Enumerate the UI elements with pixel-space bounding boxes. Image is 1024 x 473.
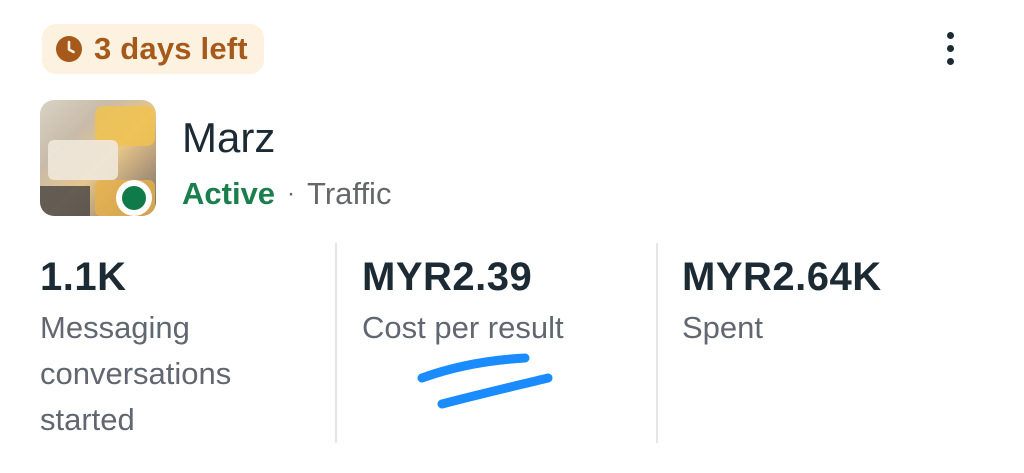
campaign-name[interactable]: Marz bbox=[182, 114, 275, 162]
metric-label: Spent bbox=[682, 310, 764, 345]
metric-amount-spent[interactable]: MYR2.64K Spent bbox=[682, 253, 982, 351]
active-status-indicator bbox=[116, 180, 152, 216]
metric-label: Cost per result bbox=[362, 310, 564, 345]
clock-icon bbox=[54, 34, 84, 64]
thumbnail-shape bbox=[48, 140, 118, 180]
metric-label: Messaging conversations started bbox=[40, 310, 232, 437]
status-label: Active bbox=[182, 176, 276, 211]
metric-value: MYR2.39 bbox=[362, 255, 533, 299]
metric-results[interactable]: 1.1K Messaging conversations started bbox=[40, 253, 320, 443]
thumbnail-shape bbox=[40, 186, 90, 216]
ad-campaign-card[interactable]: 3 days left Marz Active · Traffic 1.1K M… bbox=[0, 0, 1024, 473]
time-remaining-text: 3 days left bbox=[94, 31, 248, 66]
objective-label: Traffic bbox=[307, 176, 392, 211]
metric-value: 1.1K bbox=[40, 255, 127, 299]
more-options-button[interactable] bbox=[930, 26, 970, 70]
more-vertical-icon-dot bbox=[946, 44, 954, 52]
more-vertical-icon-dot bbox=[946, 57, 954, 65]
campaign-status-line: Active · Traffic bbox=[182, 176, 391, 212]
status-separator: · bbox=[287, 180, 296, 207]
metric-divider bbox=[335, 243, 337, 443]
metric-cost-per-result[interactable]: MYR2.39 Cost per result bbox=[362, 253, 642, 351]
more-vertical-icon bbox=[946, 31, 954, 39]
metric-value: MYR2.64K bbox=[682, 255, 882, 299]
time-remaining-badge: 3 days left bbox=[42, 24, 264, 74]
metric-divider bbox=[656, 243, 658, 443]
highlight-scribble bbox=[417, 353, 553, 409]
